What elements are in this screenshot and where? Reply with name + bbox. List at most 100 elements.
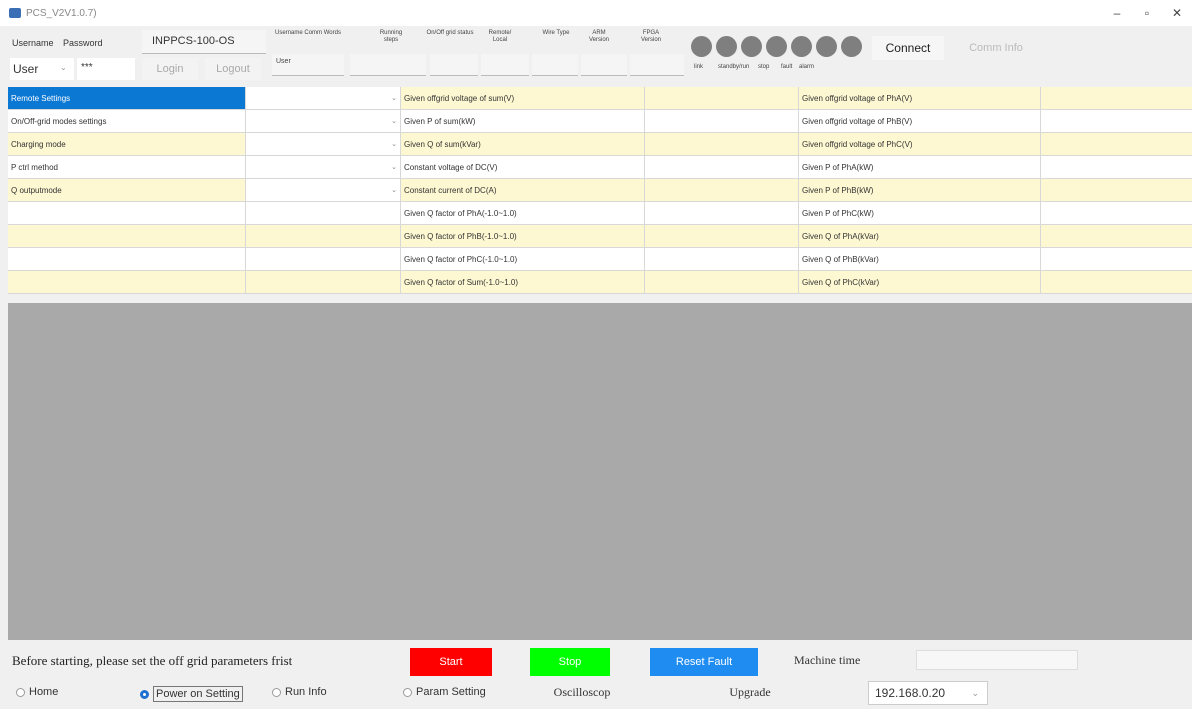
grid-cell-value[interactable] [1041,179,1192,202]
reset-fault-button[interactable]: Reset Fault [650,648,758,676]
grid-row: Given Q factor of Sum(-1.0~1.0) Given Q … [8,271,1192,294]
grid-cell-value[interactable] [1041,156,1192,179]
grid-cell-empty [246,225,401,248]
grid-cell-param: Given offgrid voltage of sum(V) [401,87,645,110]
grid-cell-name[interactable]: Remote Settings [8,87,246,110]
remote-local-box [481,54,529,76]
machine-time-label: Machine time [794,653,861,667]
grid-cell-value[interactable] [1041,202,1192,225]
col-arm-version: ARM Version [588,30,609,43]
grid-cell-value[interactable] [1041,248,1192,271]
grid-cell-name[interactable]: Charging mode [8,133,246,156]
window-controls: – ▫ ✕ [1102,0,1192,26]
nav-home-label: Home [29,686,59,698]
chevron-down-icon: ⌄ [391,187,397,194]
col-username-comm: Username Comm Words [275,30,341,36]
minimize-button[interactable]: – [1102,0,1132,26]
nav-home[interactable]: Home [16,686,58,698]
password-value: *** [81,62,93,73]
grid-cell-param: Given Q of PhC(kVar) [799,271,1041,294]
grid-cell-name [8,248,246,271]
connect-button[interactable]: Connect [872,36,944,60]
upgrade-button[interactable]: Upgrade [672,680,828,704]
grid-cell-param: Given P of sum(kW) [401,110,645,133]
grid-cell-name[interactable]: On/Off-grid modes settings [8,110,246,133]
led-label-standby-run: standby/run [718,64,750,70]
grid-cell-value[interactable] [1041,133,1192,156]
grid-cell-param: Given P of PhC(kW) [799,202,1041,225]
grid-cell-param: Given Q factor of PhA(-1.0~1.0) [401,202,645,225]
grid-cell-param: Given Q of PhB(kVar) [799,248,1041,271]
logout-button[interactable]: Logout [205,58,261,80]
grid-cell-name [8,202,246,225]
username-label: Username [12,38,54,48]
grid-cell-param: Given offgrid voltage of PhC(V) [799,133,1041,156]
title-bar: PCS_V2V1.0.7) – ▫ ✕ [0,0,1192,26]
onoff-status-box [430,54,478,76]
grid-cell-value[interactable] [645,271,799,294]
grid-cell-empty [246,271,401,294]
grid-cell-param: Given Q of sum(kVar) [401,133,645,156]
grid-cell-value[interactable] [645,133,799,156]
grid-cell-param: Given Q of PhA(kVar) [799,225,1041,248]
grid-cell-dropdown[interactable]: ⌄ [246,110,401,133]
grid-row: On/Off-grid modes settings ⌄ Given P of … [8,110,1192,133]
footer-panel: Before starting, please set the off grid… [0,640,1192,709]
arm-version-box [581,54,627,76]
link-led-icon [691,36,712,57]
user-select[interactable]: User ⌄ [10,58,74,80]
oscilloscope-button[interactable]: Oscilloscop [530,680,634,704]
stop-led-icon [741,36,762,57]
grid-cell-dropdown[interactable]: ⌄ [246,179,401,202]
grid-cell-name[interactable]: Q outputmode [8,179,246,202]
grid-row: Given Q factor of PhB(-1.0~1.0) Given Q … [8,225,1192,248]
fault-led-icon [766,36,787,57]
grid-cell-value[interactable] [645,248,799,271]
grid-cell-name [8,225,246,248]
grid-row: Given Q factor of PhC(-1.0~1.0) Given Q … [8,248,1192,271]
grid-cell-dropdown[interactable]: ⌄ [246,156,401,179]
grid-cell-param: Given Q factor of Sum(-1.0~1.0) [401,271,645,294]
login-button[interactable]: Login [142,58,198,80]
user-value: User [276,58,291,65]
grid-row: P ctrl method ⌄ Constant voltage of DC(V… [8,156,1192,179]
grid-cell-dropdown[interactable]: ⌄ [246,133,401,156]
col-fpga-version: FPGA Version [640,30,661,43]
grid-cell-value[interactable] [645,225,799,248]
grid-cell-empty [246,202,401,225]
grid-cell-name[interactable]: P ctrl method [8,156,246,179]
grid-row: Charging mode ⌄ Given Q of sum(kVar) Giv… [8,133,1192,156]
grid-cell-param: Given Q factor of PhC(-1.0~1.0) [401,248,645,271]
grid-cell-empty [246,248,401,271]
ip-address-select[interactable]: 192.168.0.20 ⌄ [868,681,988,705]
grid-cell-value[interactable] [645,156,799,179]
comm-info-button[interactable]: Comm Info [952,36,1040,60]
nav-power-on-setting[interactable]: Power on Setting [140,686,243,702]
grid-cell-value[interactable] [645,202,799,225]
grid-cell-value[interactable] [645,87,799,110]
device-name: INPPCS-100-OS [152,35,235,47]
start-button[interactable]: Start [410,648,492,676]
machine-time-field [916,650,1078,670]
password-field[interactable]: *** [77,58,135,80]
close-button[interactable]: ✕ [1162,0,1192,26]
header-panel: Username Password INPPCS-100-OS User ⌄ *… [0,26,1192,84]
maximize-button[interactable]: ▫ [1132,0,1162,26]
grid-cell-value[interactable] [1041,271,1192,294]
grid-cell-dropdown[interactable]: ⌄ [246,87,401,110]
grid-row: Given Q factor of PhA(-1.0~1.0) Given P … [8,202,1192,225]
grid-cell-value[interactable] [1041,87,1192,110]
led-label-link: link [694,64,704,70]
led-label-alarm: alarm [799,64,815,70]
nav-power-on-label: Power on Setting [153,686,243,702]
stop-button[interactable]: Stop [530,648,610,676]
alarm-led-icon [791,36,812,57]
grid-cell-value[interactable] [1041,225,1192,248]
nav-run-info[interactable]: Run Info [272,686,327,698]
grid-cell-value[interactable] [645,110,799,133]
grid-cell-value[interactable] [1041,110,1192,133]
nav-param-setting[interactable]: Param Setting [403,686,486,698]
grid-cell-value[interactable] [645,179,799,202]
grid-cell-name [8,271,246,294]
col-onoff-status: On/Off grid status [426,30,474,36]
